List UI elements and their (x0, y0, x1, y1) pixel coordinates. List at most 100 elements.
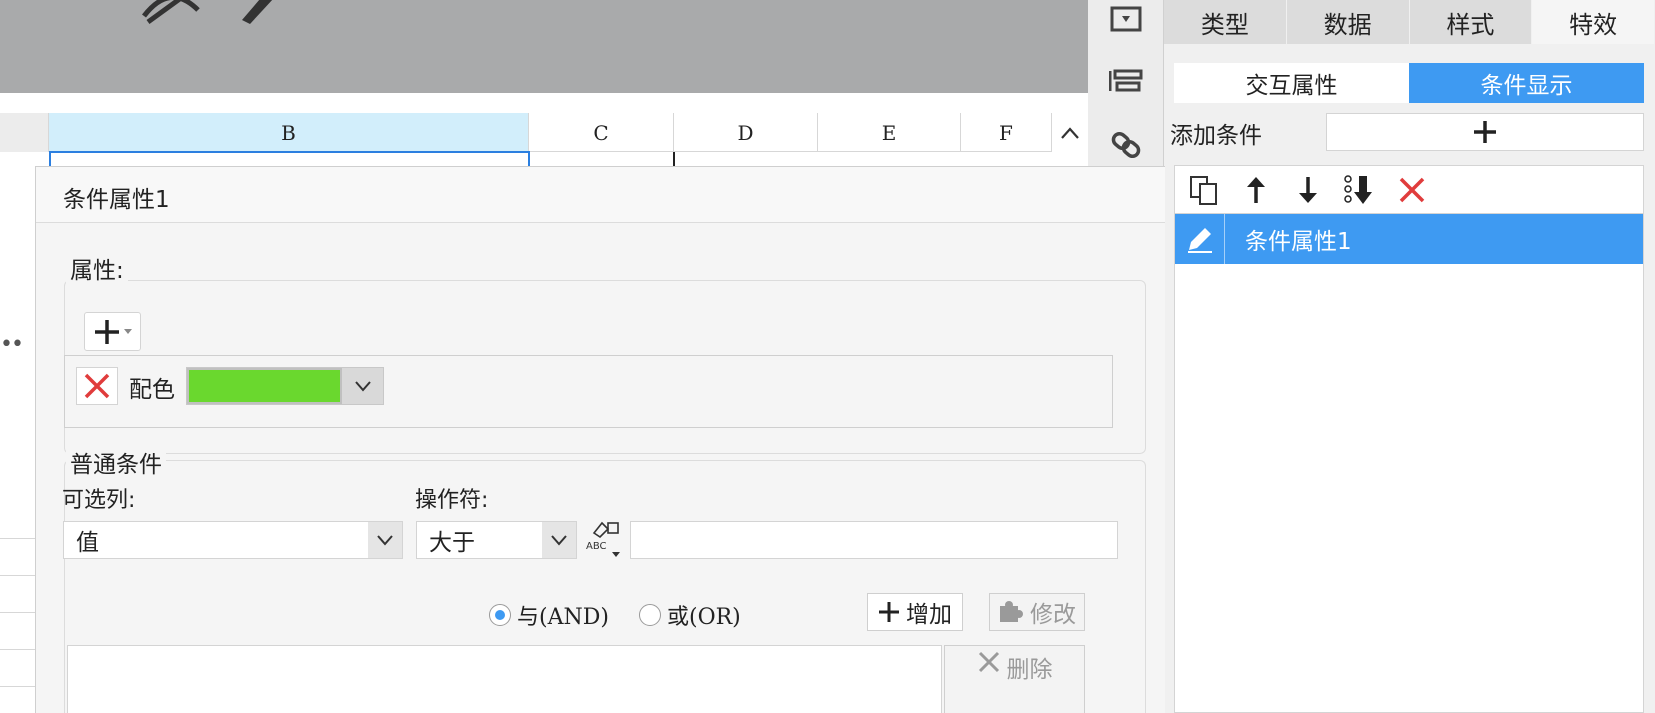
column-header-c[interactable]: C (529, 113, 674, 152)
add-button-label: 增加 (906, 602, 952, 628)
condition-list: 条件属性1 (1174, 165, 1644, 713)
radio-or-label: 或(OR) (667, 605, 741, 630)
formula-abc-icon: ABC (586, 521, 620, 557)
condition-value-input[interactable] (630, 521, 1118, 559)
copy-condition-button[interactable] (1187, 173, 1221, 207)
operator-select[interactable]: 大于 (416, 521, 577, 559)
add-property-button[interactable] (84, 312, 141, 351)
close-icon (1399, 177, 1425, 202)
arrow-up-icon (1247, 176, 1265, 203)
copy-icon (1190, 175, 1217, 205)
radio-or-dot[interactable] (639, 604, 661, 626)
selected-cell[interactable] (49, 151, 530, 166)
row-divider (0, 686, 36, 687)
cell-border (673, 152, 675, 166)
condition-item-label: 条件属性1 (1245, 229, 1352, 255)
add-condition-row-button[interactable]: 增加 (867, 593, 963, 631)
close-icon (84, 373, 110, 399)
edit-icon (1187, 228, 1212, 253)
edit-condition-button[interactable] (1175, 214, 1225, 264)
condition-list-item[interactable]: 条件属性1 (1175, 214, 1643, 264)
plus-icon (1474, 121, 1496, 143)
row-gutter: •• (0, 152, 36, 713)
operator-select-label: 操作符: (415, 488, 489, 513)
condition-list-toolbar (1175, 166, 1643, 214)
tab-type[interactable]: 类型 (1164, 0, 1286, 44)
property-name: 配色 (129, 377, 175, 403)
move-to-bottom-icon (1344, 174, 1372, 204)
radio-and-label: 与(AND) (517, 605, 609, 630)
normal-condition-group-label: 普通条件 (66, 445, 166, 479)
puzzle-icon (1000, 601, 1023, 622)
column-header-b[interactable]: B (49, 113, 529, 152)
plus-icon (879, 602, 899, 622)
caret-down-icon (123, 328, 132, 334)
column-header-f[interactable]: F (961, 113, 1052, 152)
add-condition-button[interactable] (1326, 113, 1644, 151)
dialog-header: 条件属性1 (36, 167, 1165, 223)
column-header-d[interactable]: D (674, 113, 818, 152)
move-bottom-button[interactable] (1343, 173, 1377, 207)
sub-tab-bar: 交互属性 条件显示 (1174, 63, 1644, 103)
pen-icon[interactable] (236, 0, 280, 26)
condition-table[interactable] (67, 645, 942, 713)
row-divider (0, 575, 36, 576)
properties-group-label: 属性: (66, 251, 128, 285)
tab-data[interactable]: 数据 (1286, 0, 1409, 44)
layout-icon (1109, 69, 1143, 92)
chevron-down-icon (377, 535, 393, 546)
chevron-up-icon (1061, 126, 1079, 139)
widget-settings-button[interactable] (1109, 2, 1143, 36)
row-divider (0, 649, 36, 650)
radio-or[interactable]: 或(OR) (639, 599, 741, 631)
main-tab-bar: 类型 数据 样式 特效 (1164, 0, 1655, 44)
close-icon (978, 651, 999, 673)
chevron-down-icon (551, 535, 567, 546)
column-select[interactable]: 值 (63, 521, 403, 559)
delete-condition-row-button[interactable]: 删除 (944, 645, 1085, 713)
right-property-panel: 类型 数据 样式 特效 交互属性 条件显示 添加条件 条件属性1 (1164, 0, 1655, 713)
plus-icon (94, 319, 119, 344)
eye-hide-icon[interactable] (140, 0, 204, 26)
operator-select-value: 大于 (429, 530, 475, 556)
column-header-row: B C D E F (0, 113, 1088, 152)
delete-condition-button[interactable] (1395, 173, 1429, 207)
tab-conditional-display[interactable]: 条件显示 (1409, 63, 1644, 103)
column-select-arrow[interactable] (368, 522, 402, 558)
modify-button-label: 修改 (1030, 602, 1076, 628)
move-down-button[interactable] (1291, 173, 1325, 207)
link-icon (1111, 131, 1141, 159)
spreadsheet-toolbar (0, 0, 1088, 93)
color-swatch (187, 368, 342, 404)
delete-button-label: 删除 (1006, 657, 1053, 683)
scroll-up-button[interactable] (1052, 113, 1088, 152)
chevron-down-icon (354, 381, 371, 392)
hyperlink-settings-button[interactable] (1109, 128, 1143, 162)
dialog-title: 条件属性1 (63, 187, 170, 213)
column-header-e[interactable]: E (818, 113, 961, 152)
color-picker[interactable] (186, 367, 384, 405)
row-divider (0, 538, 36, 539)
add-condition-label: 添加条件 (1170, 123, 1262, 149)
remove-property-button[interactable] (76, 367, 118, 405)
column-select-label: 可选列: (62, 488, 136, 513)
tab-interaction-properties[interactable]: 交互属性 (1174, 63, 1409, 103)
row-divider (0, 612, 36, 613)
layout-settings-button[interactable] (1109, 64, 1143, 98)
tab-style[interactable]: 样式 (1409, 0, 1532, 44)
formula-type-button[interactable]: ABC (582, 518, 626, 560)
radio-and-dot[interactable] (489, 604, 511, 626)
column-header-corner[interactable] (0, 113, 49, 152)
more-icon[interactable]: •• (0, 332, 24, 357)
condition-property-dialog: 条件属性1 属性: 配色 普通条件 可选列: 操作符: 值 大于 ABC 与(A… (35, 166, 1165, 713)
move-up-button[interactable] (1239, 173, 1273, 207)
window-icon (1110, 6, 1142, 32)
svg-text:ABC: ABC (586, 541, 607, 552)
radio-and[interactable]: 与(AND) (489, 599, 609, 631)
modify-condition-button[interactable]: 修改 (989, 593, 1085, 631)
tab-effects[interactable]: 特效 (1532, 0, 1654, 44)
color-dropdown-arrow[interactable] (342, 368, 383, 404)
operator-select-arrow[interactable] (542, 522, 576, 558)
column-select-value: 值 (76, 530, 99, 556)
arrow-down-icon (1299, 176, 1317, 203)
